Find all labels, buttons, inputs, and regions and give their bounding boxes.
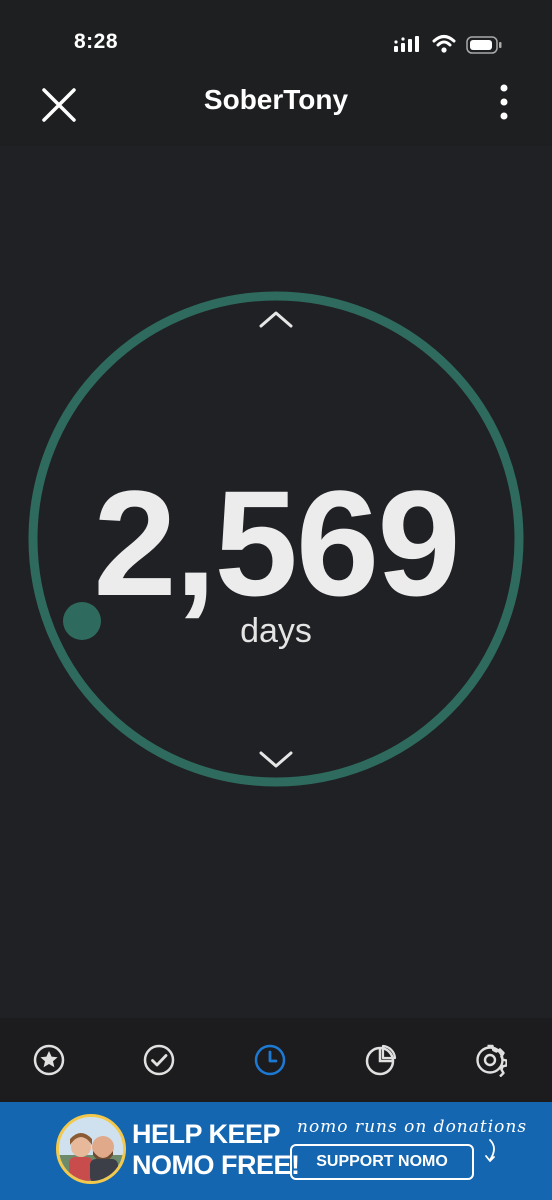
star-icon <box>33 1044 65 1076</box>
tab-checkin[interactable] <box>135 1036 183 1084</box>
day-counter: 2,569 <box>93 459 460 627</box>
signal-icon <box>394 36 419 52</box>
more-vert-icon[interactable] <box>486 78 522 132</box>
clock-icon <box>254 1044 286 1076</box>
donation-banner[interactable]: HELP KEEP NOMO FREE! nomo runs on donati… <box>0 1102 552 1200</box>
banner-headline-1: HELP KEEP <box>132 1119 281 1149</box>
banner-tagline: nomo runs on donations <box>297 1117 528 1137</box>
tab-timer[interactable] <box>246 1036 294 1084</box>
pie-chart-icon <box>365 1044 397 1076</box>
counter-panel: 2,569 days <box>0 146 552 1018</box>
app-bar: SoberTony <box>0 64 552 146</box>
check-circle-icon <box>143 1044 175 1076</box>
page-title: SoberTony <box>203 84 349 115</box>
tab-settings[interactable] <box>466 1036 514 1084</box>
status-bar: 8:28 <box>0 0 552 64</box>
battery-icon <box>466 36 502 54</box>
status-time: 8:28 <box>74 30 119 53</box>
banner-headline-2: NOMO FREE! <box>132 1150 300 1180</box>
support-nomo-button[interactable]: SUPPORT NOMO <box>290 1144 474 1180</box>
tab-milestones[interactable] <box>25 1036 73 1084</box>
curved-arrow-icon <box>485 1139 495 1162</box>
tab-stats[interactable] <box>356 1036 404 1084</box>
avatar <box>56 1114 126 1184</box>
chevron-up-icon[interactable] <box>256 308 296 332</box>
chevron-down-icon[interactable] <box>256 747 296 771</box>
counter-unit: days <box>240 612 312 650</box>
settings-icon <box>476 1044 507 1077</box>
tab-bar <box>0 1018 552 1102</box>
wifi-icon <box>432 35 456 53</box>
